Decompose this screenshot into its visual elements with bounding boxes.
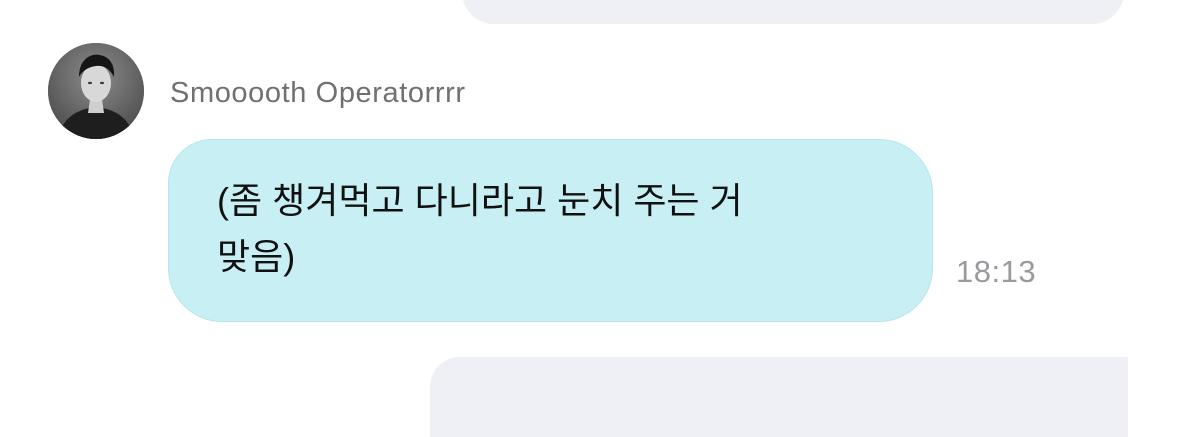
avatar[interactable] xyxy=(48,43,144,139)
sender-name: Smooooth Operatorrrr xyxy=(170,77,466,109)
next-message-bubble[interactable] xyxy=(430,357,1128,437)
message-timestamp: 18:13 xyxy=(956,254,1037,289)
previous-message-bubble[interactable] xyxy=(462,0,1124,24)
profile-photo-icon xyxy=(48,43,144,139)
message-text: (좀 챙겨먹고 다니라고 눈치 주는 거 맞음) xyxy=(217,180,743,277)
message-bubble[interactable]: (좀 챙겨먹고 다니라고 눈치 주는 거 맞음) xyxy=(168,139,933,322)
